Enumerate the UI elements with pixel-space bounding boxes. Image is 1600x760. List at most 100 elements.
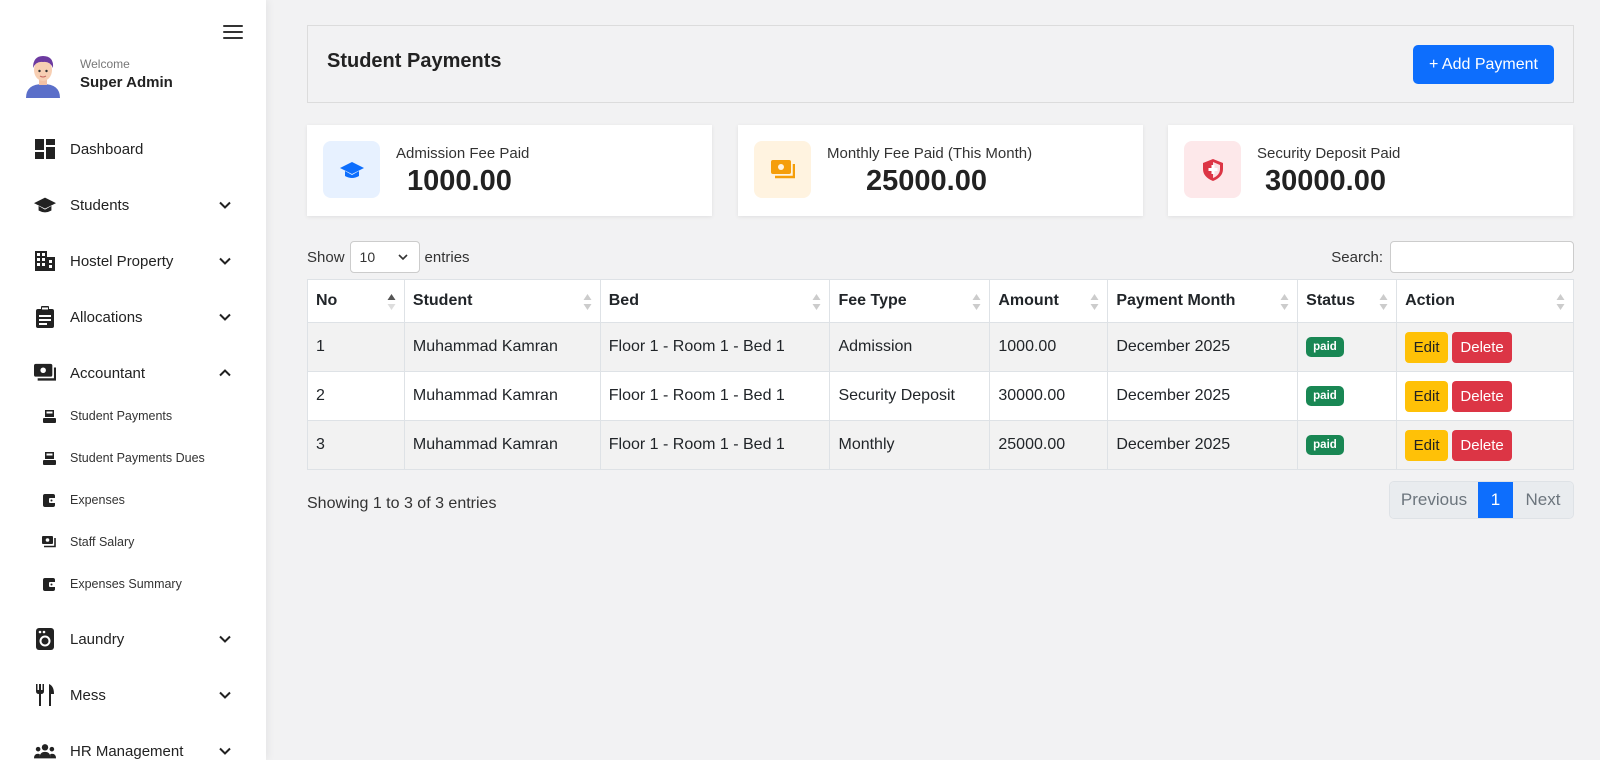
sidebar-subitem-student-payments[interactable]: Student Payments <box>42 406 172 426</box>
previous-page-button[interactable]: Previous <box>1390 482 1478 518</box>
sidebar-item-allocations[interactable]: Allocations <box>34 304 232 330</box>
edit-button[interactable]: Edit <box>1405 331 1449 363</box>
sidebar-subitem-label: Expenses <box>70 493 125 507</box>
sidebar-item-laundry[interactable]: Laundry <box>34 626 232 652</box>
money-icon <box>754 141 811 198</box>
cash-register-icon <box>42 409 56 423</box>
cash-register-icon <box>42 451 56 465</box>
sidebar-subitem-expenses[interactable]: Expenses <box>42 490 125 510</box>
sort-icon <box>972 294 981 310</box>
cell-status: paid <box>1297 322 1398 372</box>
cell-payment-month: December 2025 <box>1107 371 1299 421</box>
sidebar-item-hostel-property[interactable]: Hostel Property <box>34 248 232 274</box>
sidebar: Welcome Super Admin Dashboard Students H… <box>0 0 266 760</box>
users-icon <box>34 740 56 760</box>
sidebar-subitem-label: Student Payments Dues <box>70 451 205 465</box>
sidebar-item-label: Hostel Property <box>70 252 174 270</box>
column-label: Bed <box>608 292 639 309</box>
cell-bed: Floor 1 - Room 1 - Bed 1 <box>599 420 831 470</box>
menu-toggle-icon[interactable] <box>223 25 243 41</box>
entries-select-value: 10 <box>359 249 376 265</box>
stat-value: 30000.00 <box>1265 165 1386 197</box>
chevron-down-icon <box>219 257 231 265</box>
sort-ascending-icon <box>387 294 396 310</box>
column-label: Payment Month <box>1116 292 1236 309</box>
entries-label: entries <box>424 248 470 266</box>
chevron-down-icon <box>219 747 231 755</box>
search-input[interactable] <box>1390 241 1574 273</box>
sort-icon <box>1556 294 1565 310</box>
cell-bed: Floor 1 - Room 1 - Bed 1 <box>599 371 831 421</box>
delete-button[interactable]: Delete <box>1452 429 1513 461</box>
cell-status: paid <box>1297 371 1398 421</box>
next-page-button[interactable]: Next <box>1513 482 1573 518</box>
page-1-button[interactable]: 1 <box>1478 482 1513 518</box>
sidebar-subitem-label: Student Payments <box>70 409 173 423</box>
sidebar-item-label: Mess <box>70 686 106 704</box>
sidebar-item-mess[interactable]: Mess <box>34 682 232 708</box>
table-search: Search: <box>1331 241 1574 273</box>
table-header-row: No Student Bed Fee Type Amount Payment M… <box>307 279 1574 323</box>
sidebar-item-hr-management[interactable]: HR Management <box>34 738 232 760</box>
column-header-status[interactable]: Status <box>1297 279 1398 323</box>
cell-action: Edit Delete <box>1396 371 1574 421</box>
column-header-student[interactable]: Student <box>403 279 601 323</box>
edit-button[interactable]: Edit <box>1405 380 1449 412</box>
cell-payment-month: December 2025 <box>1107 322 1299 372</box>
cell-action: Edit Delete <box>1396 322 1574 372</box>
clipboard-icon <box>34 306 56 328</box>
dashboard-icon <box>34 138 56 160</box>
cell-student: Muhammad Kamran <box>403 420 601 470</box>
sidebar-subitem-expenses-summary[interactable]: Expenses Summary <box>42 574 182 594</box>
sidebar-item-accountant[interactable]: Accountant <box>34 360 232 386</box>
cell-student: Muhammad Kamran <box>403 371 601 421</box>
sort-icon <box>583 294 592 310</box>
sidebar-item-dashboard[interactable]: Dashboard <box>34 136 232 162</box>
sidebar-item-students[interactable]: Students <box>34 192 232 218</box>
edit-button[interactable]: Edit <box>1405 429 1449 461</box>
cell-student: Muhammad Kamran <box>403 322 601 372</box>
payments-table: No Student Bed Fee Type Amount Payment M… <box>307 279 1574 470</box>
add-payment-button[interactable]: + Add Payment <box>1413 45 1554 84</box>
sort-icon <box>812 294 821 310</box>
column-header-action[interactable]: Action <box>1396 279 1574 323</box>
cell-no: 1 <box>307 322 405 372</box>
page-header: Student Payments + Add Payment <box>307 25 1574 103</box>
wallet-icon <box>42 577 56 591</box>
cell-fee-type: Security Deposit <box>829 371 991 421</box>
utensils-icon <box>34 684 56 706</box>
column-header-payment-month[interactable]: Payment Month <box>1107 279 1299 323</box>
column-label: Fee Type <box>838 292 907 309</box>
sort-icon <box>1090 294 1099 310</box>
sidebar-subitem-student-payments-dues[interactable]: Student Payments Dues <box>42 448 205 468</box>
sort-icon <box>1379 294 1388 310</box>
cell-amount: 1000.00 <box>989 322 1109 372</box>
cell-status: paid <box>1297 420 1398 470</box>
column-header-amount[interactable]: Amount <box>989 279 1109 323</box>
chevron-up-icon <box>219 369 231 377</box>
graduation-cap-icon <box>323 141 380 198</box>
page-title: Student Payments <box>327 50 502 72</box>
cell-payment-month: December 2025 <box>1107 420 1299 470</box>
column-header-no[interactable]: No <box>307 279 405 323</box>
sidebar-subitem-staff-salary[interactable]: Staff Salary <box>42 532 134 552</box>
column-header-fee-type[interactable]: Fee Type <box>829 279 991 323</box>
entries-select[interactable]: 10 <box>349 241 420 273</box>
delete-button[interactable]: Delete <box>1452 380 1513 412</box>
cell-amount: 30000.00 <box>989 371 1109 421</box>
money-icon <box>42 535 56 549</box>
sidebar-item-label: HR Management <box>70 742 184 760</box>
stat-value: 1000.00 <box>407 165 512 197</box>
column-label: Action <box>1405 292 1455 309</box>
table-info: Showing 1 to 3 of 3 entries <box>307 495 497 512</box>
column-header-bed[interactable]: Bed <box>599 279 831 323</box>
sidebar-subitem-label: Staff Salary <box>70 535 135 549</box>
entries-length-control: Show 10 entries <box>307 241 470 273</box>
delete-button[interactable]: Delete <box>1452 331 1513 363</box>
sidebar-item-label: Allocations <box>70 308 143 326</box>
cell-amount: 25000.00 <box>989 420 1109 470</box>
chevron-down-icon <box>219 635 231 643</box>
washing-machine-icon <box>34 628 56 650</box>
table-row: 2 Muhammad Kamran Floor 1 - Room 1 - Bed… <box>307 371 1574 421</box>
sidebar-item-label: Students <box>70 196 130 214</box>
